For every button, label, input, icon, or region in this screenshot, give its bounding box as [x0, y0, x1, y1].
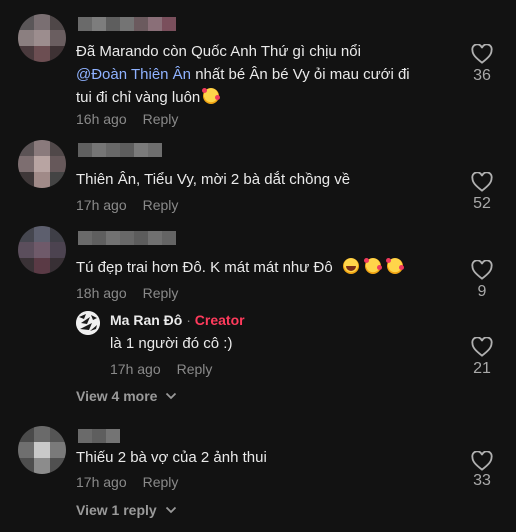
- like-count: 52: [473, 195, 491, 212]
- comment-meta: 16h ago Reply: [76, 111, 178, 127]
- heart-icon[interactable]: [471, 172, 493, 192]
- chevron-down-icon: [165, 506, 176, 514]
- reply-button[interactable]: Reply: [143, 285, 179, 301]
- reply-button[interactable]: Reply: [143, 197, 179, 213]
- reply-button[interactable]: Reply: [143, 111, 179, 127]
- avatar[interactable]: [18, 226, 66, 274]
- creator-badge: Creator: [194, 312, 245, 328]
- comment-text: Tú đẹp trai hơn Đô. K mát mát như Đô: [76, 256, 404, 279]
- smiling-face-with-hearts-icon: [385, 258, 404, 274]
- username-blurred[interactable]: [78, 17, 176, 31]
- comment-text: Đã Marando còn Quốc Anh Thứ gì chịu nổi: [76, 43, 361, 60]
- timestamp: 17h ago: [76, 474, 127, 490]
- username-blurred[interactable]: [78, 231, 176, 245]
- username-blurred[interactable]: [78, 143, 162, 157]
- mention-link[interactable]: @Đoàn Thiên Ân: [76, 66, 191, 83]
- creator-avatar[interactable]: [76, 311, 100, 335]
- comment-text: @Đoàn Thiên Ân nhất bé Ân bé Vy ỏi mau c…: [76, 66, 410, 83]
- zebra-pattern-icon: [76, 311, 100, 335]
- reply-button[interactable]: Reply: [143, 474, 179, 490]
- like-count: 9: [477, 283, 487, 300]
- like-count: 21: [473, 360, 491, 377]
- reply-author-line: Ma Ran Đô · Creator: [110, 312, 245, 328]
- comment-meta: 17h ago Reply: [76, 197, 178, 213]
- comment-text: Thiếu 2 bà vợ của 2 ảnh thui: [76, 449, 267, 466]
- creator-name[interactable]: Ma Ran Đô: [110, 312, 182, 328]
- reply-button[interactable]: Reply: [177, 361, 213, 377]
- view-replies-button[interactable]: View 1 reply: [76, 502, 177, 518]
- comment-text: Thiên Ân, Tiểu Vy, mời 2 bà dắt chồng về: [76, 171, 351, 188]
- comment-text: tui đi chỉ vàng luôn: [76, 86, 221, 109]
- view-more-replies-button[interactable]: View 4 more: [76, 388, 177, 404]
- heart-icon[interactable]: [471, 451, 493, 471]
- like-count: 36: [473, 67, 491, 84]
- avatar[interactable]: [18, 140, 66, 188]
- username-blurred[interactable]: [78, 429, 120, 443]
- avatar[interactable]: [18, 14, 66, 62]
- like-count: 33: [473, 472, 491, 489]
- comment-meta: 18h ago Reply: [76, 285, 178, 301]
- avatar[interactable]: [18, 426, 66, 474]
- timestamp: 17h ago: [76, 197, 127, 213]
- reply-text: là 1 người đó cô :): [110, 335, 233, 352]
- chevron-down-icon: [166, 392, 177, 400]
- comment-meta: 17h ago Reply: [76, 474, 178, 490]
- timestamp: 18h ago: [76, 285, 127, 301]
- reply-meta: 17h ago Reply: [110, 361, 212, 377]
- smiling-face-with-hearts-icon: [363, 258, 382, 274]
- timestamp: 16h ago: [76, 111, 127, 127]
- heart-icon[interactable]: [471, 44, 493, 64]
- grinning-squinting-face-icon: [342, 258, 359, 274]
- heart-icon[interactable]: [471, 260, 493, 280]
- smiling-face-with-hearts-icon: [202, 88, 221, 104]
- heart-icon[interactable]: [471, 337, 493, 357]
- timestamp: 17h ago: [110, 361, 161, 377]
